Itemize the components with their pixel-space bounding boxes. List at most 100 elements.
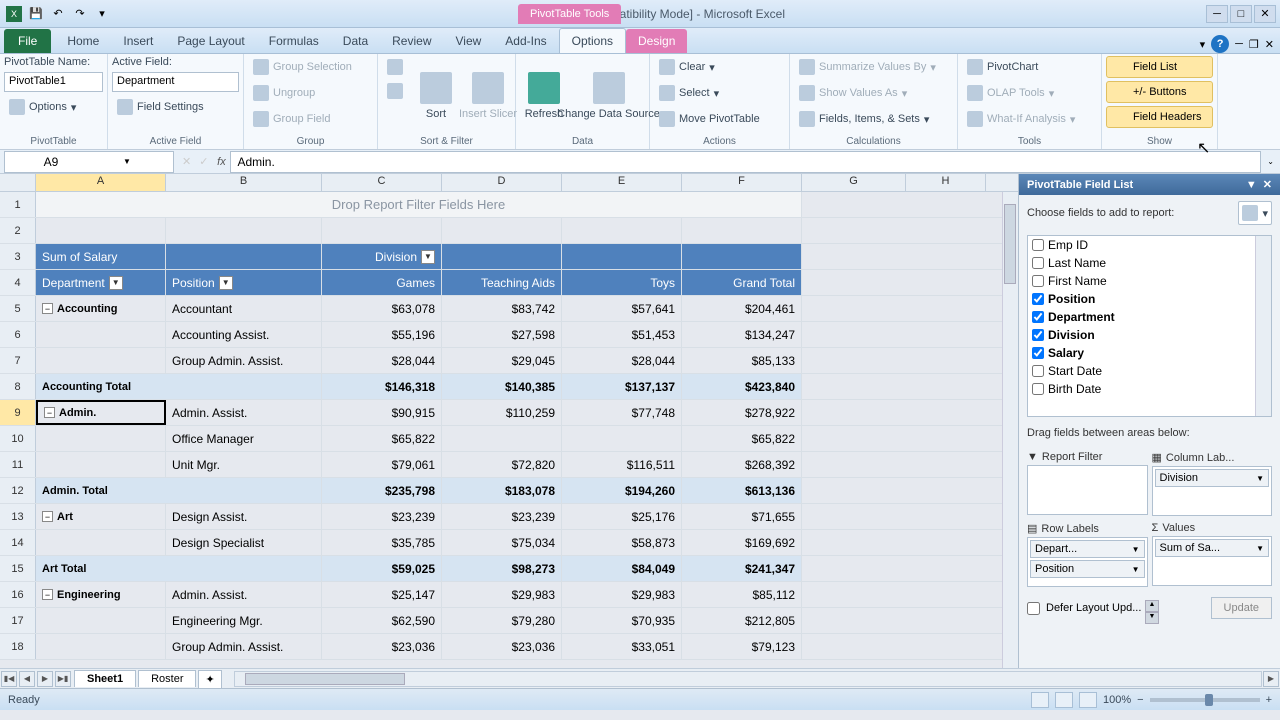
tab-design[interactable]: Design: [626, 29, 687, 53]
row-header[interactable]: 9: [0, 400, 36, 425]
formula-expand-icon[interactable]: ⌄: [1261, 157, 1280, 166]
vertical-scrollbar[interactable]: [1002, 192, 1018, 668]
cell-val[interactable]: $79,061: [322, 452, 442, 477]
page-break-view-button[interactable]: [1079, 692, 1097, 708]
division-filter-dropdown[interactable]: ▼: [421, 250, 435, 264]
cell-val[interactable]: $241,347: [682, 556, 802, 581]
cell-val[interactable]: $183,078: [442, 478, 562, 503]
move-pivottable-button[interactable]: Move PivotTable: [654, 108, 785, 130]
row-header[interactable]: 8: [0, 374, 36, 399]
row-header[interactable]: 4: [0, 270, 36, 295]
position-filter-dropdown[interactable]: ▼: [219, 276, 233, 290]
cell-val[interactable]: $23,239: [442, 504, 562, 529]
cell-position[interactable]: Design Specialist: [166, 530, 322, 555]
field-first-name[interactable]: First Name: [1028, 272, 1271, 290]
cell-val[interactable]: [442, 426, 562, 451]
col-grand-total[interactable]: Grand Total: [682, 270, 802, 295]
row-header[interactable]: 3: [0, 244, 36, 269]
cell-dept[interactable]: −Accounting: [36, 296, 166, 321]
field-list-toggle[interactable]: Field List: [1106, 56, 1213, 78]
sheet-tab-sheet1[interactable]: Sheet1: [74, 670, 136, 687]
minimize-button[interactable]: ─: [1206, 5, 1228, 23]
pm-buttons-toggle[interactable]: +/- Buttons: [1106, 81, 1213, 103]
row-header[interactable]: 2: [0, 218, 36, 243]
cell-val[interactable]: $85,112: [682, 582, 802, 607]
field-checkbox[interactable]: [1032, 239, 1044, 251]
help-icon[interactable]: ?: [1211, 35, 1229, 53]
chip-position[interactable]: Position▼: [1030, 560, 1145, 578]
qat-dropdown-icon[interactable]: ▾: [92, 4, 112, 24]
col-header-d[interactable]: D: [442, 174, 562, 191]
col-header-f[interactable]: F: [682, 174, 802, 191]
cell[interactable]: [36, 218, 166, 243]
field-emp-id[interactable]: Emp ID: [1028, 236, 1271, 254]
row-header[interactable]: 14: [0, 530, 36, 555]
cell-val[interactable]: $77,748: [562, 400, 682, 425]
cell[interactable]: [322, 218, 442, 243]
refresh-button[interactable]: Refresh: [520, 56, 568, 135]
cell-val[interactable]: $33,051: [562, 634, 682, 659]
cell-val[interactable]: $146,318: [322, 374, 442, 399]
cell-val[interactable]: $85,133: [682, 348, 802, 373]
defer-update-checkbox[interactable]: [1027, 602, 1040, 615]
cell-dept[interactable]: [36, 634, 166, 659]
col-teaching[interactable]: Teaching Aids: [442, 270, 562, 295]
inner-restore-icon[interactable]: ❐: [1249, 38, 1259, 51]
cell-val[interactable]: $57,641: [562, 296, 682, 321]
collapse-icon[interactable]: −: [42, 303, 53, 314]
cell-val[interactable]: $23,239: [322, 504, 442, 529]
chip-department[interactable]: Depart...▼: [1030, 540, 1145, 558]
cell-val[interactable]: $23,036: [322, 634, 442, 659]
redo-icon[interactable]: ↷: [70, 4, 90, 24]
report-filter-area[interactable]: [1027, 465, 1148, 515]
cell-val[interactable]: $98,273: [442, 556, 562, 581]
cell-val[interactable]: $235,798: [322, 478, 442, 503]
cell-val[interactable]: $137,137: [562, 374, 682, 399]
cell-dept[interactable]: −Admin.: [36, 400, 166, 425]
fx-icon[interactable]: fx: [212, 156, 230, 168]
sheet-nav-next[interactable]: ▶: [37, 671, 53, 687]
collapse-icon[interactable]: −: [42, 589, 53, 600]
sheet-tab-roster[interactable]: Roster: [138, 670, 196, 687]
cell-position[interactable]: Group Admin. Assist.: [166, 634, 322, 659]
ribbon-minimize-icon[interactable]: ▾: [1200, 38, 1206, 51]
cell[interactable]: [562, 218, 682, 243]
cell-dept[interactable]: [36, 348, 166, 373]
cell-val[interactable]: [562, 426, 682, 451]
cell-dept[interactable]: −Art: [36, 504, 166, 529]
update-button[interactable]: Update: [1211, 597, 1272, 619]
pt-col-label[interactable]: Division ▼: [322, 244, 442, 269]
row-header[interactable]: 12: [0, 478, 36, 503]
field-start-date[interactable]: Start Date: [1028, 362, 1271, 380]
tab-formulas[interactable]: Formulas: [257, 29, 331, 53]
cell-val[interactable]: $71,655: [682, 504, 802, 529]
clear-button[interactable]: Clear ▾: [654, 56, 785, 78]
cell-val[interactable]: $79,280: [442, 608, 562, 633]
cell-val[interactable]: $23,036: [442, 634, 562, 659]
cell-val[interactable]: $65,822: [682, 426, 802, 451]
cell-val[interactable]: $83,742: [442, 296, 562, 321]
cell-position[interactable]: Accounting Assist.: [166, 322, 322, 347]
row-header[interactable]: 5: [0, 296, 36, 321]
sheet-nav-prev[interactable]: ◀: [19, 671, 35, 687]
tab-home[interactable]: Home: [55, 29, 111, 53]
col-toys[interactable]: Toys: [562, 270, 682, 295]
cell-val[interactable]: $25,147: [322, 582, 442, 607]
cell-val[interactable]: $423,840: [682, 374, 802, 399]
col-games[interactable]: Games: [322, 270, 442, 295]
active-field-input[interactable]: Department: [112, 72, 239, 92]
row-header[interactable]: 1: [0, 192, 36, 217]
field-division[interactable]: Division: [1028, 326, 1271, 344]
maximize-button[interactable]: □: [1230, 5, 1252, 23]
horizontal-scrollbar[interactable]: [234, 671, 1262, 687]
cell-dept[interactable]: [36, 608, 166, 633]
field-checkbox[interactable]: [1032, 383, 1044, 395]
cell-val[interactable]: $63,078: [322, 296, 442, 321]
cell-val[interactable]: $28,044: [562, 348, 682, 373]
chip-division[interactable]: Division▼: [1155, 469, 1270, 487]
row-header[interactable]: 18: [0, 634, 36, 659]
row-labels-area[interactable]: Depart...▼ Position▼: [1027, 537, 1148, 587]
zoom-slider[interactable]: [1150, 698, 1260, 702]
col-header-b[interactable]: B: [166, 174, 322, 191]
cell-position[interactable]: Admin. Assist.: [166, 582, 322, 607]
